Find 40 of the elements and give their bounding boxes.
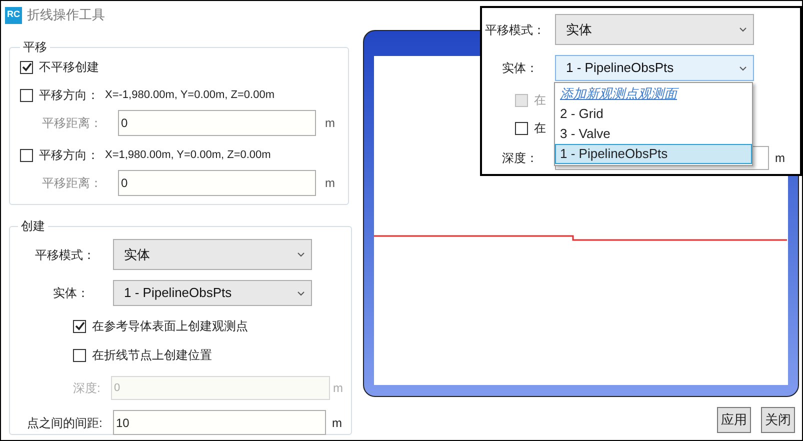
dropdown[interactable]: 实体 bbox=[555, 14, 754, 45]
input-field[interactable]: 10 bbox=[113, 410, 326, 435]
input-field[interactable]: 0 bbox=[118, 110, 316, 136]
field-label: 在 bbox=[534, 120, 546, 137]
field-label: m bbox=[325, 115, 335, 132]
dialog-button[interactable]: 关闭 bbox=[761, 407, 795, 433]
dropdown-link[interactable]: 添加新观测点观测面 bbox=[555, 84, 752, 104]
field-label: 在折线节点上创建位置 bbox=[92, 347, 212, 364]
field-label: m bbox=[333, 380, 343, 397]
field-label: 平移方向： bbox=[39, 87, 99, 104]
group-title: 平移 bbox=[22, 39, 48, 56]
field-label: 实体： bbox=[502, 60, 539, 77]
field-label: X=1,980.00m, Y=0.00m, Z=0.00m bbox=[105, 148, 271, 163]
field-label: X=-1,980.00m, Y=0.00m, Z=0.00m bbox=[105, 88, 274, 103]
group-title: 创建 bbox=[20, 218, 46, 235]
dropdown-option[interactable]: 1 - PipelineObsPts bbox=[555, 144, 752, 164]
dropdown[interactable]: 1 - PipelineObsPts bbox=[555, 55, 754, 81]
field-label: 实体： bbox=[53, 285, 90, 302]
dialog-button[interactable]: 应用 bbox=[717, 407, 751, 433]
field-label: 不平移创建 bbox=[39, 59, 99, 76]
field-label: 在 bbox=[534, 92, 546, 109]
field-label: 在参考导体表面上创建观测点 bbox=[92, 318, 248, 335]
field-label: m bbox=[775, 150, 785, 167]
field-label: m bbox=[325, 175, 335, 192]
field-label: 深度： bbox=[502, 150, 539, 167]
field-label: 点之间的间距: bbox=[27, 414, 104, 432]
field-label: 平移方向： bbox=[39, 147, 99, 164]
field-label: 平移距离： bbox=[42, 175, 103, 192]
input-field[interactable]: 0 bbox=[118, 170, 316, 196]
field-label: 深度: bbox=[73, 380, 102, 397]
dropdown-option[interactable]: 3 - Valve bbox=[555, 124, 752, 144]
field-label: 平移模式： bbox=[485, 22, 546, 38]
field-label: 平移距离： bbox=[42, 115, 103, 132]
dropdown[interactable]: 实体 bbox=[113, 239, 312, 270]
dropdown[interactable]: 1 - PipelineObsPts bbox=[113, 280, 312, 306]
app-logo: RC bbox=[5, 6, 22, 24]
field-label: m bbox=[332, 414, 342, 432]
dropdown-option[interactable]: 2 - Grid bbox=[555, 104, 752, 124]
field-label: 平移模式： bbox=[35, 246, 96, 264]
window-title: 折线操作工具 bbox=[27, 6, 105, 24]
